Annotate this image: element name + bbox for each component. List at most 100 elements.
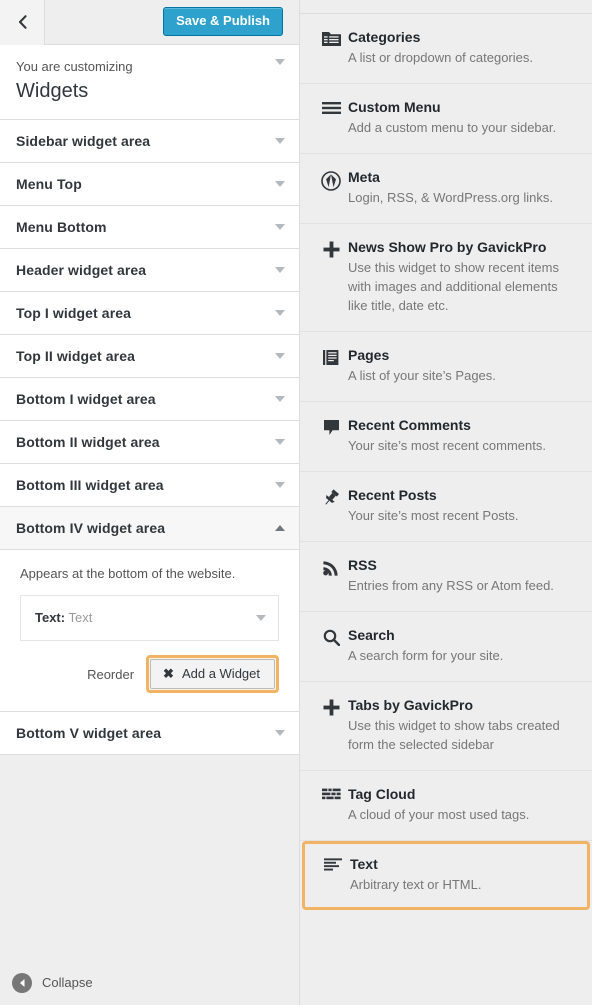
chevron-down-icon [275, 266, 285, 273]
widget-item-recent-comments[interactable]: Recent Comments Your site’s most recent … [300, 401, 592, 472]
save-and-publish-button[interactable]: Save & Publish [163, 7, 283, 37]
widget-description: Entries from any RSS or Atom feed. [348, 578, 554, 594]
section-label: Top I widget area [16, 304, 132, 321]
widget-description: Your site’s most recent comments. [348, 438, 546, 454]
add-widget-highlight: ✖ Add a Widget [146, 655, 279, 693]
collapse-left-icon [12, 972, 32, 993]
chevron-down-icon [275, 395, 285, 402]
widget-description: A list or dropdown of categories. [348, 50, 533, 66]
widget-name: Search [348, 626, 395, 643]
widget-item-text: Custom Menu Add a custom menu to your si… [348, 98, 574, 138]
sidebar-item-bottom-i-widget-area[interactable]: Bottom I widget area [0, 377, 299, 421]
sidebar-item-bottom-ii-widget-area[interactable]: Bottom II widget area [0, 420, 299, 464]
chevron-down-icon [275, 137, 285, 144]
widget-description: Arbitrary text or HTML. [350, 877, 482, 893]
widget-item-text: Recent Comments Your site’s most recent … [348, 416, 574, 456]
sidebar-item-menu-bottom[interactable]: Menu Bottom [0, 205, 299, 249]
sidebar-item-top-i-widget-area[interactable]: Top I widget area [0, 291, 299, 335]
widget-item-text: Pages A list of your site’s Pages. [348, 346, 574, 386]
reorder-link[interactable]: Reorder [87, 667, 134, 682]
comment-bubble-icon [314, 416, 348, 456]
widget-item-rss[interactable]: RSS Entries from any RSS or Atom feed. [300, 541, 592, 612]
widget-description: Login, RSS, & WordPress.org links. [348, 190, 553, 206]
bottom-iv-section-body: Appears at the bottom of the website. Te… [0, 549, 299, 712]
widget-item-text[interactable]: Text Arbitrary text or HTML. [302, 840, 590, 910]
chevron-down-icon [275, 730, 285, 736]
widget-item-text: Search A search form for your site. [348, 626, 574, 666]
plus-icon [314, 696, 348, 755]
customizing-info[interactable]: You are customizing Widgets [0, 45, 299, 120]
widget-item-custom-menu[interactable]: Custom Menu Add a custom menu to your si… [300, 84, 592, 155]
sidebar-item-bottom-iv-widget-area[interactable]: Bottom IV widget area [0, 506, 299, 550]
chevron-down-icon [256, 615, 266, 621]
section-label: Bottom I widget area [16, 390, 156, 407]
section-label: Top II widget area [16, 347, 136, 364]
section-label: Bottom III widget area [16, 476, 164, 493]
section-label: Bottom V widget area [16, 725, 162, 741]
widget-item-text-content: Text Arbitrary text or HTML. [350, 855, 572, 895]
section-label: Menu Bottom [16, 218, 107, 235]
section-label: Menu Top [16, 175, 82, 192]
search-icon [314, 626, 348, 666]
widget-name: Recent Comments [348, 416, 471, 433]
widget-instance-text[interactable]: Text: Text [20, 595, 279, 641]
categories-folder-icon [314, 28, 348, 68]
section-label: Header widget area [16, 261, 147, 278]
widget-name: RSS [348, 556, 377, 573]
widget-name: Tabs by GavickPro [348, 696, 474, 713]
widget-item-search[interactable]: Search A search form for your site. [300, 611, 592, 682]
chevron-down-icon [275, 309, 285, 316]
widget-item-categories[interactable]: Categories A list or dropdown of categor… [300, 14, 592, 85]
section-actions: Reorder ✖ Add a Widget [20, 655, 279, 693]
widget-item-meta[interactable]: Meta Login, RSS, & WordPress.org links. [300, 154, 592, 225]
widget-name: Custom Menu [348, 99, 441, 116]
rss-icon [314, 556, 348, 596]
chevron-down-icon [275, 223, 285, 230]
wordpress-logo-icon [314, 168, 348, 208]
sidebar-item-menu-top[interactable]: Menu Top [0, 162, 299, 206]
tag-cloud-icon [314, 785, 348, 825]
widget-name: Tag Cloud [348, 785, 416, 802]
chevron-left-icon[interactable] [0, 0, 45, 45]
chevron-down-icon [275, 352, 285, 359]
sidebar-item-top-ii-widget-area[interactable]: Top II widget area [0, 334, 299, 378]
widget-description: Use this widget to show tabs created for… [348, 718, 560, 752]
chevron-down-icon [275, 180, 285, 187]
sidebar-item-bottom-v-widget-area[interactable]: Bottom V widget area [0, 712, 299, 755]
panel-top-strip [300, 0, 592, 14]
available-widgets-list: Categories A list or dropdown of categor… [300, 14, 592, 910]
widget-item-pages[interactable]: Pages A list of your site’s Pages. [300, 331, 592, 402]
widget-item-tabs-gavickpro[interactable]: Tabs by GavickPro Use this widget to sho… [300, 681, 592, 771]
widget-areas-accordion: Sidebar widget area Menu Top Menu Bottom… [0, 119, 299, 755]
chevron-up-icon [275, 524, 285, 531]
widget-item-recent-posts[interactable]: Recent Posts Your site’s most recent Pos… [300, 471, 592, 542]
plus-icon [314, 238, 348, 316]
customizer-panel: Save & Publish You are customizing Widge… [0, 0, 300, 1005]
available-widgets-panel: Categories A list or dropdown of categor… [300, 0, 592, 1005]
customizing-subtitle: You are customizing [16, 59, 133, 74]
widget-item-tag-cloud[interactable]: Tag Cloud A cloud of your most used tags… [300, 770, 592, 841]
customizer-header: Save & Publish [0, 0, 299, 45]
widget-item-text: Tag Cloud A cloud of your most used tags… [348, 785, 574, 825]
text-lines-icon [316, 855, 350, 895]
widget-item-news-show-pro[interactable]: News Show Pro by GavickPro Use this widg… [300, 224, 592, 332]
add-widget-label: Add a Widget [181, 666, 260, 681]
widget-description: A search form for your site. [348, 648, 504, 664]
section-label: Sidebar widget area [16, 132, 151, 149]
widget-type-label: Text: [35, 610, 66, 625]
sidebar-item-bottom-iii-widget-area[interactable]: Bottom III widget area [0, 463, 299, 507]
widget-name: Pages [348, 346, 390, 363]
widget-instance-label: Text: Text [35, 610, 92, 625]
add-a-widget-button[interactable]: ✖ Add a Widget [150, 659, 275, 689]
collapse-button[interactable]: Collapse [0, 960, 299, 1005]
sidebar-item-header-widget-area[interactable]: Header widget area [0, 248, 299, 292]
widget-item-text: Categories A list or dropdown of categor… [348, 28, 574, 68]
widget-name: Meta [348, 169, 380, 186]
pages-icon [314, 346, 348, 386]
page-title: Widgets [16, 79, 89, 102]
widget-name: News Show Pro by GavickPro [348, 239, 547, 256]
widget-item-text: Tabs by GavickPro Use this widget to sho… [348, 696, 574, 755]
widget-description: Your site’s most recent Posts. [348, 508, 519, 524]
sidebar-item-sidebar-widget-area[interactable]: Sidebar widget area [0, 119, 299, 163]
menu-lines-icon [314, 98, 348, 138]
